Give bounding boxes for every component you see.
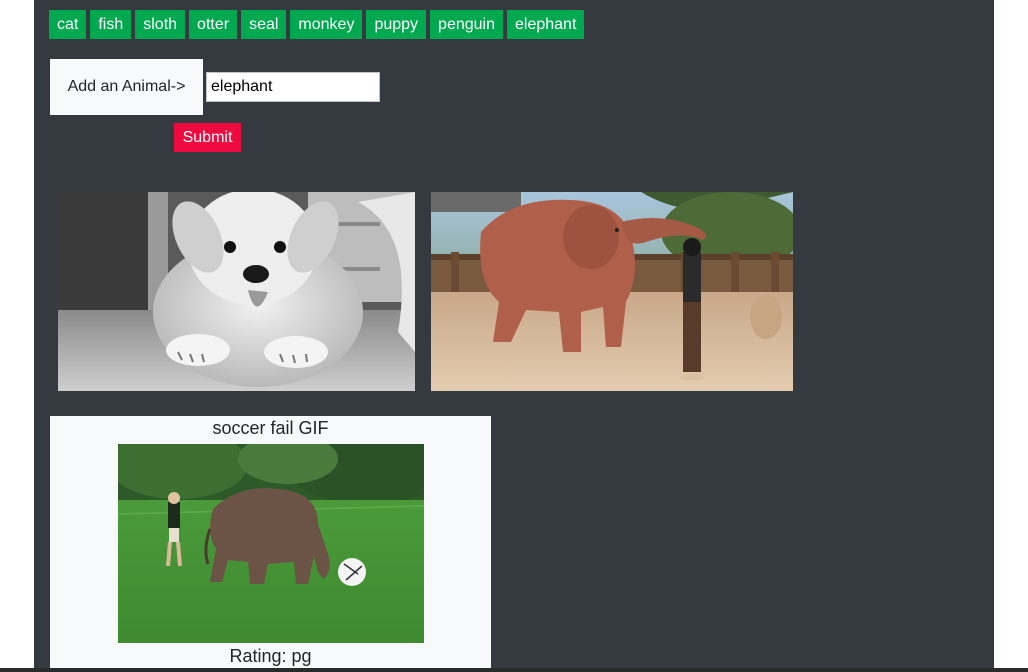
gif-image-puppy[interactable] (58, 192, 415, 391)
puppy-image (58, 192, 415, 391)
animal-button-sloth[interactable]: sloth (135, 10, 186, 39)
animal-button-puppy[interactable]: puppy (366, 10, 427, 39)
animal-button-elephant[interactable]: elephant (507, 10, 585, 39)
submit-button[interactable]: Submit (174, 123, 241, 152)
gif-image-elephant[interactable] (431, 192, 793, 391)
animal-button-otter[interactable]: otter (189, 10, 238, 39)
page: cat fish sloth otter seal monkey puppy p… (0, 0, 1028, 672)
animal-button-penguin[interactable]: penguin (430, 10, 503, 39)
gif-card: soccer fail GIF Rating: pg (50, 416, 491, 672)
gif-card-title: soccer fail GIF (212, 418, 329, 438)
app-container: cat fish sloth otter seal monkey puppy p… (34, 0, 994, 672)
animal-button-monkey[interactable]: monkey (290, 10, 363, 39)
animal-input[interactable] (206, 72, 380, 102)
animal-button-cat[interactable]: cat (49, 10, 87, 39)
elephant-image (431, 192, 793, 391)
add-animal-label: Add an Animal-> (50, 59, 203, 115)
gif-card-image[interactable] (118, 444, 424, 643)
animal-button-seal[interactable]: seal (241, 10, 287, 39)
soccer-elephant-image (118, 444, 424, 643)
gif-card-rating: Rating: pg (229, 646, 312, 666)
animal-button-fish[interactable]: fish (90, 10, 132, 39)
animal-buttons: cat fish sloth otter seal monkey puppy p… (49, 10, 585, 39)
window-bottom-edge (0, 668, 1028, 672)
